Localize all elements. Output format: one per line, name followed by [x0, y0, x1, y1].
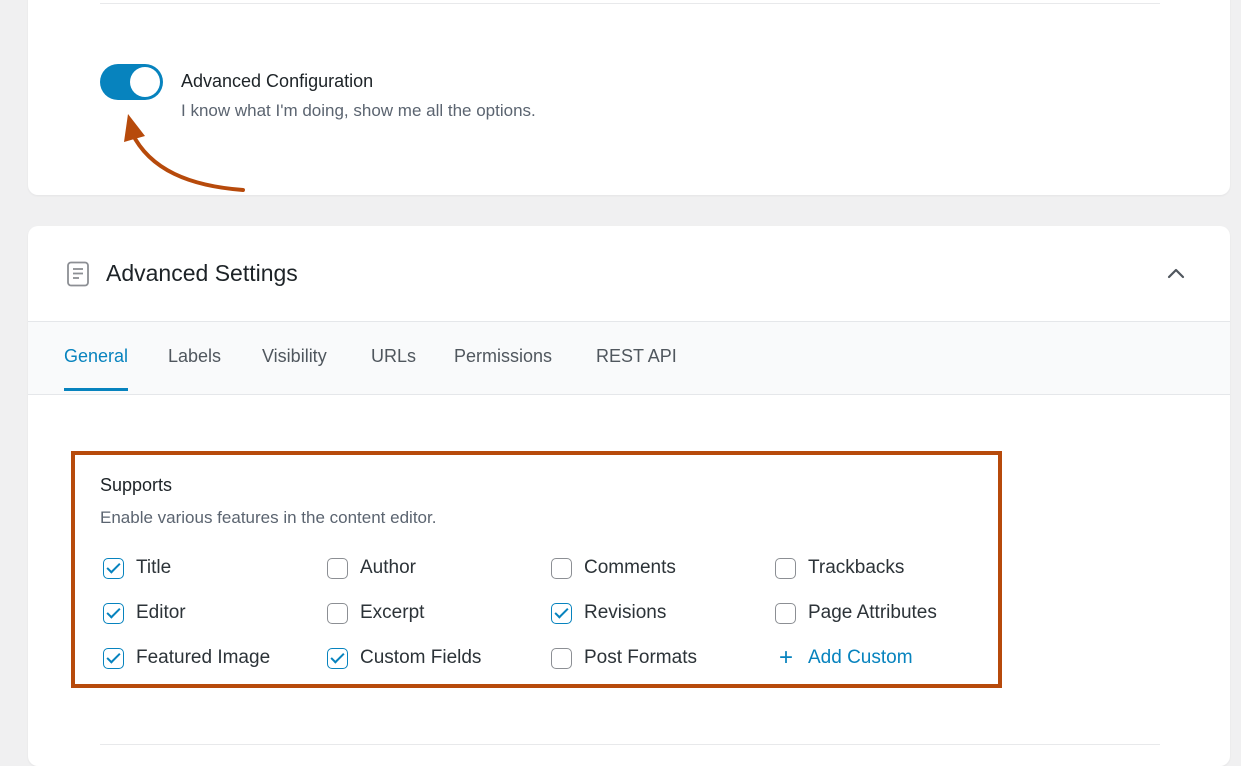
- tab-general[interactable]: General: [64, 346, 129, 391]
- advanced-settings-header[interactable]: Advanced Settings: [28, 226, 1230, 322]
- checkbox[interactable]: [327, 557, 348, 579]
- checkbox[interactable]: [103, 602, 124, 624]
- checkbox[interactable]: [775, 557, 796, 579]
- chevron-up-icon[interactable]: [1164, 262, 1188, 286]
- option-label: Page Attributes: [808, 602, 937, 623]
- divider: [100, 3, 1160, 4]
- option-label: Custom Fields: [360, 647, 482, 668]
- document-icon: [67, 261, 89, 287]
- checkbox[interactable]: [775, 602, 796, 624]
- supports-title: Supports: [100, 475, 173, 495]
- advanced-configuration-toggle[interactable]: [100, 64, 163, 100]
- tab-urls[interactable]: URLs: [371, 346, 416, 388]
- tab-permissions[interactable]: Permissions: [454, 346, 552, 388]
- supports-option-post-formats[interactable]: Post Formats: [551, 645, 697, 671]
- checkbox[interactable]: [103, 557, 124, 579]
- supports-option-comments[interactable]: Comments: [551, 555, 676, 581]
- supports-option-author[interactable]: Author: [327, 555, 416, 581]
- option-label: Featured Image: [136, 647, 271, 668]
- tab-labels[interactable]: Labels: [168, 346, 221, 388]
- plus-icon: +: [778, 644, 793, 671]
- supports-option-featured-image[interactable]: Featured Image: [103, 645, 270, 671]
- supports-option-revisions[interactable]: Revisions: [551, 600, 666, 626]
- option-label: Trackbacks: [808, 557, 905, 578]
- toggle-knob: [130, 67, 160, 97]
- supports-option-page-attributes[interactable]: Page Attributes: [775, 600, 937, 626]
- option-label: Title: [136, 557, 172, 578]
- supports-option-editor[interactable]: Editor: [103, 600, 186, 626]
- checkbox[interactable]: [551, 602, 572, 624]
- option-label: Author: [360, 557, 416, 578]
- supports-field: Supports Enable various features in the …: [71, 451, 1002, 688]
- checkbox[interactable]: [551, 557, 572, 579]
- tab-visibility[interactable]: Visibility: [262, 346, 327, 388]
- option-label: Post Formats: [584, 647, 697, 668]
- supports-option-excerpt[interactable]: Excerpt: [327, 600, 424, 626]
- advanced-configuration-card: [28, 0, 1230, 195]
- add-custom-label: Add Custom: [808, 647, 913, 668]
- advanced-settings-title: Advanced Settings: [106, 260, 298, 286]
- checkbox[interactable]: [327, 602, 348, 624]
- checkbox[interactable]: [103, 647, 124, 669]
- supports-description: Enable various features in the content e…: [100, 508, 437, 527]
- checkbox[interactable]: [327, 647, 348, 669]
- option-label: Comments: [584, 557, 676, 578]
- option-label: Editor: [136, 602, 186, 623]
- advanced-configuration-description: I know what I'm doing, show me all the o…: [181, 101, 536, 120]
- advanced-configuration-title: Advanced Configuration: [181, 71, 374, 91]
- divider: [100, 744, 1160, 745]
- add-custom-button[interactable]: + Add Custom: [775, 645, 913, 671]
- option-label: Excerpt: [360, 602, 425, 623]
- checkbox[interactable]: [551, 647, 572, 669]
- tab-rest-api[interactable]: REST API: [596, 346, 677, 388]
- supports-option-custom-fields[interactable]: Custom Fields: [327, 645, 481, 671]
- settings-tabs: General Labels Visibility URLs Permissio…: [28, 322, 1230, 395]
- supports-option-title[interactable]: Title: [103, 555, 171, 581]
- supports-option-trackbacks[interactable]: Trackbacks: [775, 555, 904, 581]
- option-label: Revisions: [584, 602, 667, 623]
